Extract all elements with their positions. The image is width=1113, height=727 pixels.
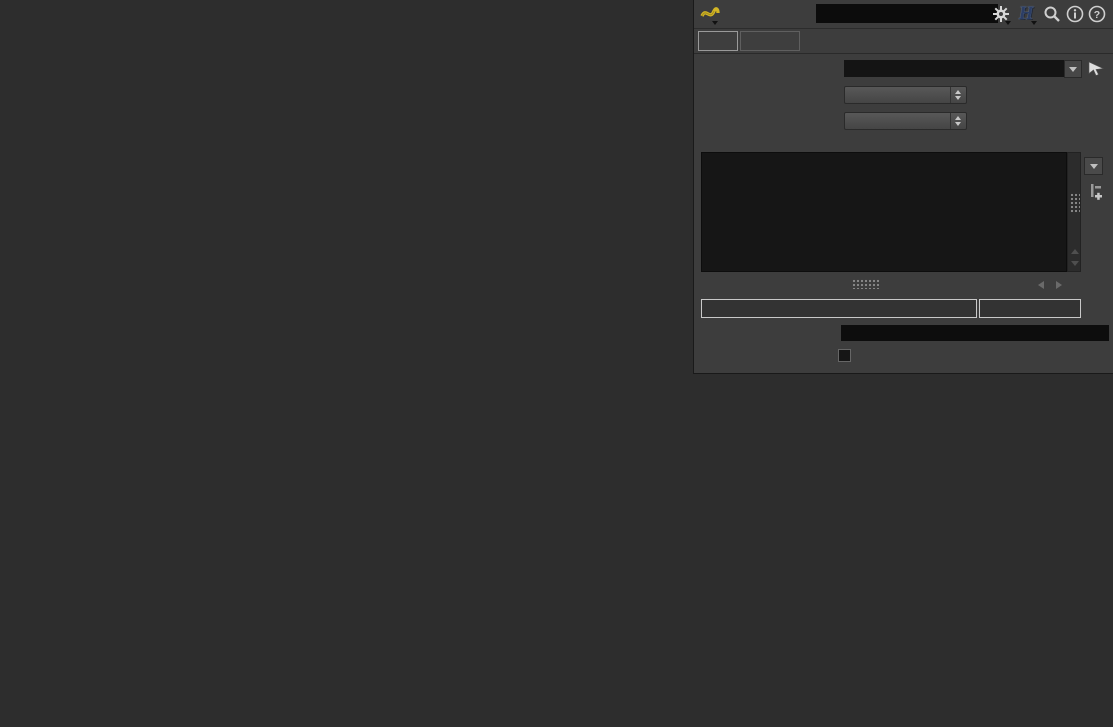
svg-text:?: ? bbox=[1094, 9, 1100, 21]
group-dropdown-button[interactable] bbox=[1064, 60, 1082, 78]
parameter-panel: H ? bbox=[693, 0, 1113, 374]
group-select-arrow-icon[interactable] bbox=[1087, 59, 1105, 82]
group-input[interactable] bbox=[844, 60, 1070, 77]
editor-language-dropdown[interactable] bbox=[1084, 157, 1103, 175]
editor-scroll-down-icon[interactable] bbox=[1071, 261, 1079, 266]
run-over-dropdown[interactable] bbox=[844, 112, 967, 130]
editor-scroll-right-icon[interactable] bbox=[1056, 281, 1062, 289]
editor-scrollbar[interactable] bbox=[1067, 152, 1081, 272]
attribute-wrangle-node-icon[interactable] bbox=[699, 3, 721, 25]
editor-scrollbar-grip[interactable] bbox=[1070, 193, 1080, 213]
run-over-spinner[interactable] bbox=[950, 113, 966, 129]
tab-bindings[interactable] bbox=[740, 31, 800, 51]
gear-icon[interactable] bbox=[991, 4, 1011, 24]
enforce-prototypes-checkbox[interactable] bbox=[838, 349, 851, 362]
group-type-spinner[interactable] bbox=[950, 87, 966, 103]
parameter-panel-header: H ? bbox=[694, 0, 1113, 29]
search-icon[interactable] bbox=[1042, 4, 1062, 24]
houdini-window: H ? bbox=[0, 0, 1113, 727]
vex-code-editor[interactable] bbox=[701, 152, 1067, 272]
tab-bar bbox=[694, 29, 1113, 54]
node-name-field[interactable] bbox=[816, 4, 998, 23]
editor-resize-grip[interactable] bbox=[852, 279, 880, 289]
group-type-dropdown[interactable] bbox=[844, 86, 967, 104]
expand-parameters-icon[interactable] bbox=[1086, 183, 1103, 207]
help-icon[interactable]: ? bbox=[1087, 4, 1107, 24]
attributes-to-create-input[interactable] bbox=[841, 325, 1109, 341]
cursor-position bbox=[979, 299, 1081, 318]
editor-scroll-left-icon[interactable] bbox=[1038, 281, 1044, 289]
houdini-logo-icon[interactable]: H bbox=[1015, 4, 1037, 24]
editor-scroll-up-icon[interactable] bbox=[1071, 249, 1079, 254]
info-icon[interactable] bbox=[1065, 4, 1085, 24]
editor-status-message bbox=[701, 299, 977, 318]
tab-code[interactable] bbox=[698, 31, 738, 51]
